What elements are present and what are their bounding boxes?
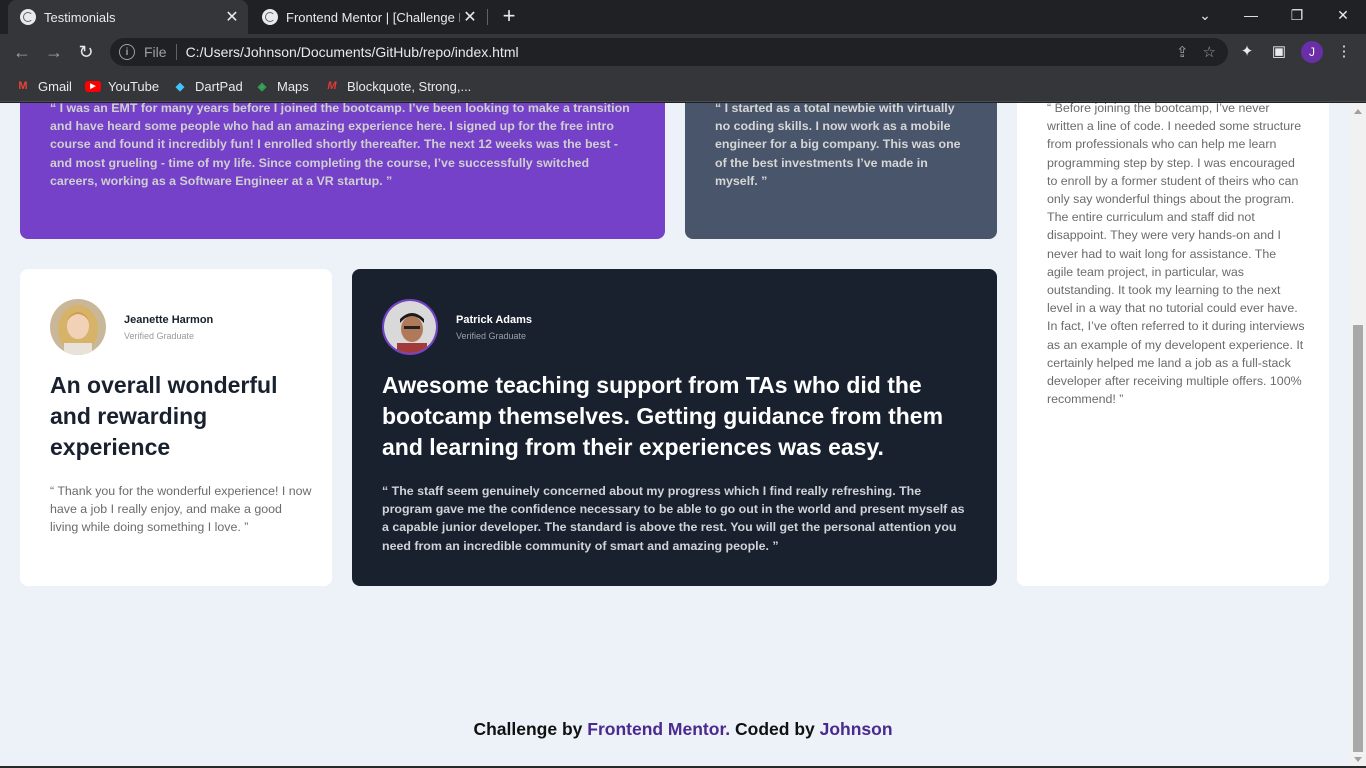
tab-strip: Testimonials ✕ Frontend Mentor | [Challe… — [0, 0, 1366, 34]
address-bar[interactable]: i File C:/Users/Johnson/Documents/GitHub… — [110, 38, 1228, 66]
tab-title: Testimonials — [44, 9, 116, 25]
attribution: Challenge by Frontend Mentor. Coded by J… — [0, 719, 1350, 740]
bookmark-label: Gmail — [38, 78, 72, 94]
testimonial-quote: “ Before joining the bootcamp, I’ve neve… — [1047, 103, 1305, 407]
testimonial-card-patrick: Patrick Adams Verified Graduate Awesome … — [352, 269, 997, 586]
testimonial-quote: “ Thank you for the wonderful experience… — [50, 484, 312, 535]
bookmark-maps[interactable]: ◈ Maps — [254, 76, 309, 96]
close-icon[interactable]: ✕ — [222, 7, 242, 27]
testimonial-card-purple: “ I was an EMT for many years before I j… — [20, 103, 665, 239]
testimonial-card-tall: “ Before joining the bootcamp, I’ve neve… — [1017, 103, 1329, 586]
tab-testimonials[interactable]: Testimonials ✕ — [8, 0, 248, 34]
omnibox-actions: ⇪ ☆ — [1176, 43, 1216, 61]
tab-search-icon[interactable]: ⌄ — [1182, 0, 1228, 30]
attribution-prefix: Challenge by — [473, 719, 588, 739]
globe-icon — [262, 9, 278, 25]
menu-icon[interactable]: ⋮ — [1334, 42, 1354, 62]
scrollbar-thumb[interactable] — [1353, 325, 1363, 752]
bookmark-site-icon: M — [327, 80, 337, 92]
avatar — [382, 299, 438, 355]
testimonial-quote: “ I was an EMT for many years before I j… — [50, 103, 630, 188]
bookmark-label: YouTube — [108, 78, 160, 94]
minimize-button[interactable]: — — [1228, 0, 1274, 30]
testimonial-headline: An overall wonderful and rewarding exper… — [50, 372, 278, 460]
browser-toolbar: ← → ↻ i File C:/Users/Johnson/Documents/… — [0, 34, 1366, 70]
back-button[interactable]: ← — [8, 38, 36, 66]
address-divider — [175, 44, 177, 60]
gmail-icon: M — [18, 80, 28, 92]
info-icon[interactable]: i — [119, 44, 135, 60]
page-viewport: “ I was an EMT for many years before I j… — [0, 103, 1350, 768]
share-icon[interactable]: ⇪ — [1176, 43, 1189, 61]
testimonial-card-jeanette: Jeanette Harmon Verified Graduate An ove… — [20, 269, 332, 586]
bookmark-blockquote[interactable]: M Blockquote, Strong,... — [324, 76, 471, 96]
restore-button[interactable]: ❐ — [1274, 0, 1320, 30]
testimonial-card-gray: “ I started as a total newbie with virtu… — [685, 103, 997, 239]
tab-divider — [487, 9, 488, 25]
person-name: Patrick Adams — [456, 313, 533, 326]
tab-frontend-mentor[interactable]: Frontend Mentor | [Challenge Na ✕ — [250, 0, 486, 34]
bookmarks-bar: M Gmail ▶ YouTube ◆ DartPad ◈ Maps M Blo… — [0, 70, 1366, 102]
testimonial-headline: Awesome teaching support from TAs who di… — [382, 372, 944, 460]
address-url: C:/Users/Johnson/Documents/GitHub/repo/i… — [185, 44, 519, 60]
person-role: Verified Graduate — [456, 330, 527, 341]
tab-title: Frontend Mentor | [Challenge Na — [286, 9, 460, 25]
person-name: Jeanette Harmon — [124, 313, 214, 326]
forward-button[interactable]: → — [40, 38, 68, 66]
avatar — [50, 299, 106, 355]
frontend-mentor-link[interactable]: Frontend Mentor. — [587, 719, 730, 739]
new-tab-button[interactable]: + — [497, 5, 521, 29]
close-window-button[interactable]: ✕ — [1320, 0, 1366, 30]
author-link[interactable]: Johnson — [820, 719, 893, 739]
person-header: Patrick Adams Verified Graduate — [382, 299, 532, 355]
attribution-middle: Coded by — [730, 719, 820, 739]
testimonial-quote: “ The staff seem genuinely concerned abo… — [382, 484, 965, 553]
globe-icon — [20, 9, 36, 25]
side-panel-icon[interactable]: ▣ — [1269, 42, 1289, 62]
scroll-down-arrow[interactable] — [1354, 757, 1362, 762]
maps-icon: ◈ — [257, 80, 267, 93]
bookmark-label: Maps — [277, 78, 309, 94]
address-scheme: File — [144, 44, 167, 60]
reload-button[interactable]: ↻ — [72, 38, 100, 66]
close-icon[interactable]: ✕ — [460, 7, 480, 27]
bookmark-label: DartPad — [195, 78, 243, 94]
extensions-icon[interactable]: ✦ — [1237, 42, 1257, 62]
youtube-icon: ▶ — [85, 78, 101, 94]
testimonial-quote: “ I started as a total newbie with virtu… — [715, 103, 961, 188]
scroll-up-arrow[interactable] — [1354, 109, 1362, 114]
profile-avatar[interactable]: J — [1301, 41, 1323, 63]
vertical-scrollbar[interactable] — [1350, 103, 1366, 768]
bookmark-label: Blockquote, Strong,... — [347, 78, 472, 94]
dartpad-icon: ◆ — [175, 80, 185, 93]
bookmark-youtube[interactable]: ▶ YouTube — [85, 76, 159, 96]
bookmark-dartpad[interactable]: ◆ DartPad — [172, 76, 243, 96]
bookmark-gmail[interactable]: M Gmail — [15, 76, 72, 96]
person-header: Jeanette Harmon Verified Graduate — [50, 299, 213, 355]
bookmark-star-icon[interactable]: ☆ — [1203, 43, 1216, 61]
person-role: Verified Graduate — [124, 330, 195, 341]
